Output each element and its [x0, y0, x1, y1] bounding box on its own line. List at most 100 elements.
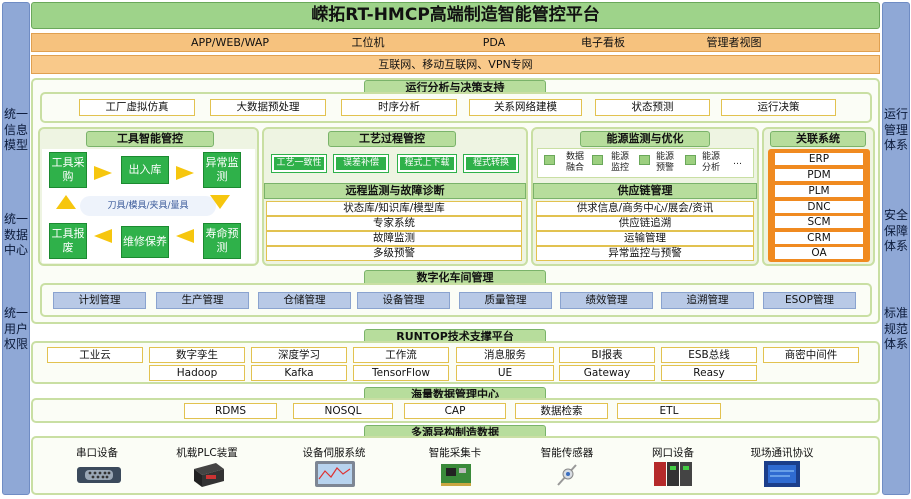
- analysis-item: 时序分析: [341, 99, 457, 116]
- unified-user-permission: 统一用户权限: [3, 306, 28, 351]
- data-center-item: RDMS: [184, 403, 277, 419]
- network-device-icon: [654, 462, 692, 486]
- operation-mgmt-system: 运行管理体系: [883, 107, 908, 152]
- arrow-down-icon: [210, 195, 230, 209]
- remote-title: 远程监测与故障诊断: [264, 183, 526, 199]
- supply-item: 供应链追溯: [536, 216, 754, 231]
- workshop-item: 计划管理: [53, 292, 146, 309]
- access-item: PDA: [482, 36, 506, 49]
- runtop-item: Hadoop: [149, 365, 245, 381]
- tool-mgmt-title: 工具智能管控: [86, 131, 214, 147]
- runtop-item: 消息服务: [456, 347, 554, 363]
- energy-item: 能源监控: [611, 152, 630, 173]
- source-label: 现场通讯协议: [750, 447, 814, 459]
- access-item: 工位机: [351, 36, 385, 49]
- platform-title: 嵘拓RT-HMCP高端制造智能管控平台: [31, 2, 880, 29]
- workshop-item: 设备管理: [357, 292, 450, 309]
- analysis-item: 工厂虚拟仿真: [79, 99, 195, 116]
- access-item: 电子看板: [581, 36, 625, 49]
- source-label: 智能采集卡: [428, 447, 482, 459]
- analysis-item: 运行决策: [721, 99, 836, 116]
- security-system: 安全保障体系: [883, 208, 908, 253]
- remote-item: 专家系统: [266, 216, 522, 231]
- acquisition-card-icon: [441, 464, 471, 486]
- runtop-item: BI报表: [559, 347, 655, 363]
- sensor-icon: [557, 464, 577, 486]
- runtop-item: UE: [456, 365, 554, 381]
- process-title: 工艺过程管控: [328, 131, 456, 147]
- remote-item: 故障监测: [266, 231, 522, 246]
- runtop-item: Gateway: [559, 365, 655, 381]
- access-item: 管理者视图: [706, 36, 762, 49]
- related-item: DNC: [774, 200, 864, 214]
- supply-item: 供求信息/商务中心/展会/资讯: [536, 201, 754, 216]
- workshop-item: ESOP管理: [763, 292, 856, 309]
- workshop-item: 质量管理: [459, 292, 552, 309]
- related-item: OA: [774, 246, 864, 260]
- runtop-item: 工业云: [47, 347, 143, 363]
- standard-system: 标准规范体系: [883, 306, 908, 351]
- related-item: PDM: [774, 168, 864, 182]
- source-label: 智能传感器: [540, 447, 594, 459]
- source-label: 机载PLC装置: [176, 447, 238, 459]
- runtop-item: Kafka: [251, 365, 347, 381]
- cube-icon: [685, 155, 696, 165]
- related-item: CRM: [774, 231, 864, 245]
- data-center-item: NOSQL: [293, 403, 393, 419]
- cube-icon: [592, 155, 603, 165]
- unified-info-model: 统一信息模型: [3, 107, 28, 152]
- workshop-item: 绩效管理: [560, 292, 653, 309]
- left-side-column: 统一信息模型 统一数据中心 统一用户权限: [2, 2, 30, 495]
- workshop-item: 追溯管理: [661, 292, 754, 309]
- analysis-item: 大数据预处理: [210, 99, 326, 116]
- runtop-item: 商密中间件: [763, 347, 859, 363]
- process-item: 程式转换: [463, 154, 519, 173]
- unified-data-center: 统一数据中心: [3, 212, 28, 257]
- runtop-item: Reasy: [661, 365, 757, 381]
- energy-item-more: …: [733, 157, 742, 167]
- supply-item: 异常监控与预警: [536, 246, 754, 261]
- related-item: SCM: [774, 215, 864, 229]
- network-bar: 互联网、移动互联网、VPN专网: [31, 55, 880, 74]
- source-label: 设备伺服系统: [302, 447, 366, 459]
- arrow-left-icon: [176, 229, 194, 243]
- arrow-left-icon: [94, 229, 112, 243]
- serial-port-icon: [77, 467, 121, 483]
- arrow-right-icon: [94, 166, 112, 180]
- remote-item: 多级预警: [266, 246, 522, 261]
- remote-item: 状态库/知识库/模型库: [266, 201, 522, 216]
- process-item: 程式上下载: [397, 154, 457, 173]
- tool-cycle-arrows: [56, 166, 230, 243]
- cube-icon: [639, 155, 650, 165]
- access-item: APP/WEB/WAP: [190, 36, 270, 49]
- supply-title: 供应链管理: [533, 183, 757, 199]
- source-label: 网口设备: [652, 447, 694, 459]
- runtop-item: ESB总线: [661, 347, 757, 363]
- related-item: ERP: [774, 152, 864, 166]
- energy-title: 能源监测与优化: [580, 131, 710, 147]
- data-center-item: ETL: [617, 403, 721, 419]
- workshop-item: 仓储管理: [258, 292, 351, 309]
- servo-system-icon: [315, 461, 355, 487]
- related-title: 关联系统: [770, 131, 866, 147]
- cube-icon: [544, 155, 555, 165]
- process-item: 误差补偿: [333, 154, 389, 173]
- energy-item: 能源预警: [656, 152, 675, 173]
- runtop-item: 工作流: [353, 347, 449, 363]
- runtop-item: 数字孪生: [149, 347, 245, 363]
- runtop-item: 深度学习: [251, 347, 347, 363]
- analysis-item: 状态预测: [595, 99, 710, 116]
- source-label: 串口设备: [76, 447, 118, 459]
- data-center-item: CAP: [404, 403, 506, 419]
- arrow-up-icon: [56, 195, 76, 209]
- arrow-right-icon: [176, 166, 194, 180]
- data-center-item: 数据检索: [515, 403, 608, 419]
- field-protocol-icon: [764, 461, 800, 487]
- analysis-item: 关系网络建模: [469, 99, 582, 116]
- related-item: PLM: [774, 184, 864, 198]
- process-item: 工艺一致性: [271, 154, 327, 173]
- workshop-item: 生产管理: [156, 292, 249, 309]
- access-bar: APP/WEB/WAP 工位机 PDA 电子看板 管理者视图: [31, 33, 880, 52]
- supply-item: 运输管理: [536, 231, 754, 246]
- plc-device-icon: [194, 463, 224, 487]
